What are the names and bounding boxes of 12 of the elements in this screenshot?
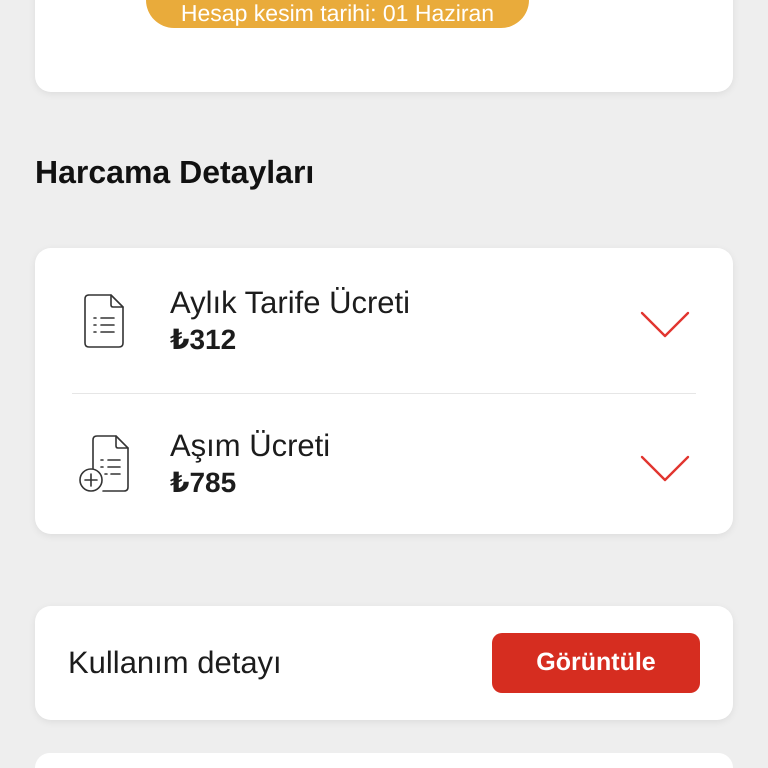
document-plus-icon [79,435,129,493]
section-title: Harcama Detayları [35,153,316,192]
charge-amount: ₺785 [170,466,238,500]
chevron-down-icon[interactable] [640,454,690,482]
usage-label: Kullanım detayı [68,644,282,682]
view-button[interactable]: Görüntüle [492,633,700,693]
charge-title: Aylık Tarife Ücreti [170,284,412,322]
billing-date-badge: Hesap kesim tarihi: 01 Haziran [146,0,529,28]
document-list-icon [84,294,124,348]
charge-title: Aşım Ücreti [170,427,332,465]
chevron-down-icon[interactable] [640,311,690,338]
charge-amount: ₺312 [170,322,238,356]
